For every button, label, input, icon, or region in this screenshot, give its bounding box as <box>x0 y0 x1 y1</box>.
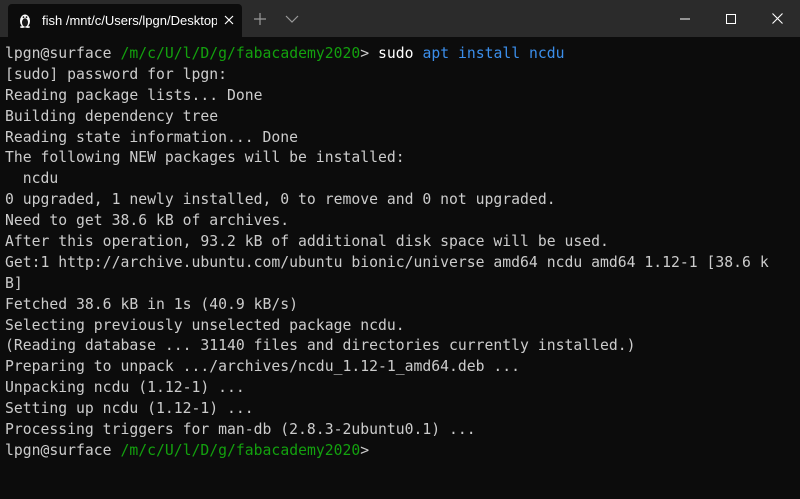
prompt-line: lpgn@surface /m/c/U/l/D/g/fabacademy2020… <box>5 44 795 65</box>
tab-close-button[interactable] <box>220 11 238 29</box>
tab-fish[interactable]: fish /mnt/c/Users/lpgn/Desktop <box>8 4 242 37</box>
output-line: The following NEW packages will be insta… <box>5 149 405 167</box>
output-line: 0 upgraded, 1 newly installed, 0 to remo… <box>5 191 556 209</box>
output-line: Setting up ncdu (1.12-1) ... <box>5 400 254 418</box>
linux-penguin-icon <box>17 12 33 28</box>
new-tab-button[interactable] <box>247 0 273 37</box>
output-line: Processing triggers for man-db (2.8.3-2u… <box>5 421 476 439</box>
profile-dropdown-button[interactable] <box>277 0 307 37</box>
output-line: (Reading database ... 31140 files and di… <box>5 337 636 355</box>
output-line: [sudo] password for lpgn: <box>5 65 228 83</box>
plus-icon <box>253 12 267 26</box>
tab-title: fish /mnt/c/Users/lpgn/Desktop <box>42 13 217 28</box>
maximize-icon <box>726 13 736 24</box>
prompt-symbol: > <box>360 441 370 459</box>
prompt-path: /m/c/U/l/D/g/fabacademy2020 <box>120 45 361 62</box>
output-line: Need to get 38.6 kB of archives. <box>5 212 290 230</box>
close-icon <box>771 13 783 24</box>
command-name: sudo <box>378 45 414 62</box>
terminal-output[interactable]: lpgn@surface /m/c/U/l/D/g/fabacademy2020… <box>5 44 795 462</box>
maximize-button[interactable] <box>708 0 754 37</box>
minimize-icon <box>680 14 690 24</box>
output-line: After this operation, 93.2 kB of additio… <box>5 233 609 251</box>
final-prompt-line: lpgn@surface /m/c/U/l/D/g/fabacademy2020… <box>5 441 795 462</box>
chevron-down-icon <box>285 14 299 24</box>
minimize-button[interactable] <box>662 0 708 37</box>
output-line: Building dependency tree <box>5 107 219 125</box>
prompt-path: /m/c/U/l/D/g/fabacademy2020 <box>120 441 361 459</box>
output-line: Selecting previously unselected package … <box>5 316 405 334</box>
output-line: ncdu <box>5 170 59 188</box>
output-line: Unpacking ncdu (1.12-1) ... <box>5 379 245 397</box>
output-line: Fetched 38.6 kB in 1s (40.9 kB/s) <box>5 295 299 313</box>
close-window-button[interactable] <box>754 0 800 37</box>
output-line: B] <box>5 274 23 292</box>
output-line: Get:1 http://archive.ubuntu.com/ubuntu b… <box>5 253 769 271</box>
terminal-window: fish /mnt/c/Users/lpgn/Desktop lpgn@surf… <box>0 0 800 499</box>
output-line: Reading package lists... Done <box>5 86 263 104</box>
close-icon <box>224 15 234 25</box>
prompt-user: lpgn@surface <box>5 441 112 459</box>
output-line: Reading state information... Done <box>5 128 299 146</box>
output-line: Preparing to unpack .../archives/ncdu_1.… <box>5 358 521 376</box>
prompt-user: lpgn@surface <box>5 45 112 62</box>
command-args: apt install ncdu <box>422 45 565 62</box>
prompt-symbol: > <box>360 45 370 62</box>
title-bar[interactable]: fish /mnt/c/Users/lpgn/Desktop <box>0 0 800 37</box>
